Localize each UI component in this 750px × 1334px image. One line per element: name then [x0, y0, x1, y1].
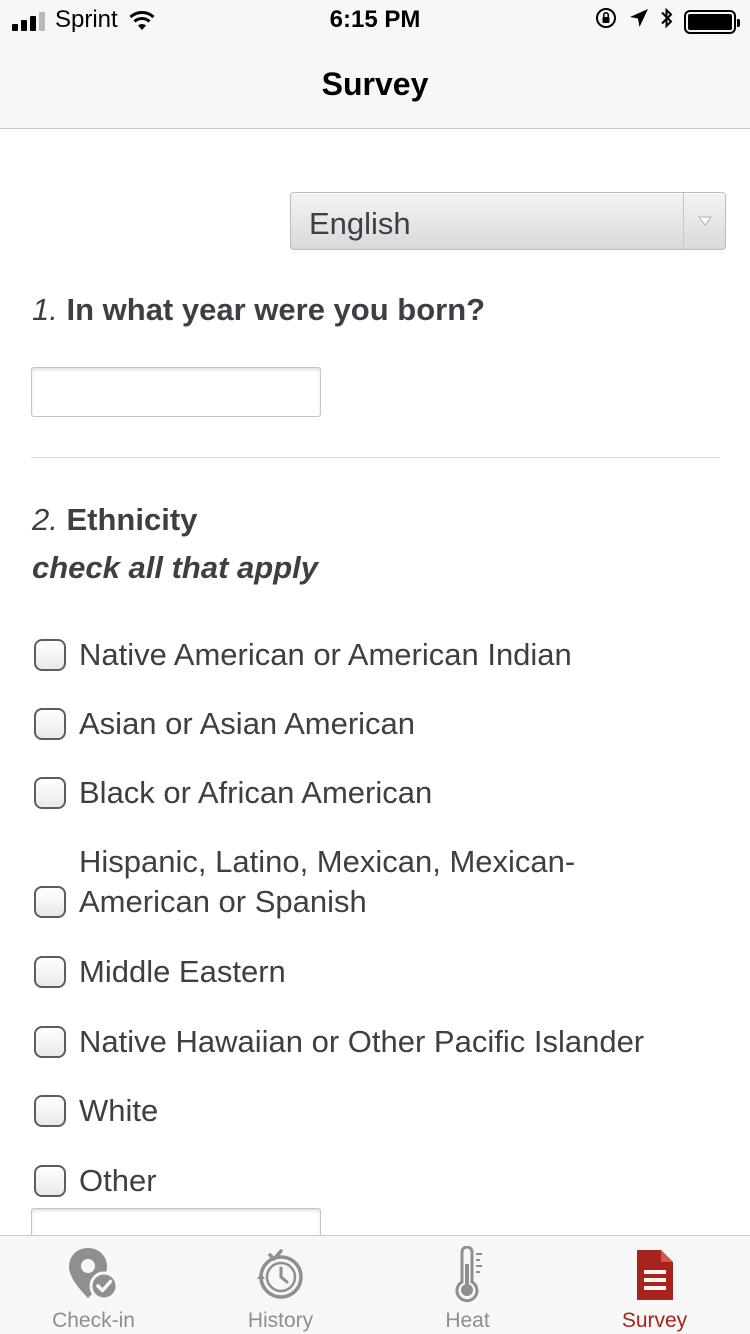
ethnicity-option-other[interactable]: Other: [34, 1161, 157, 1201]
option-label: White: [79, 1093, 159, 1128]
tab-history[interactable]: History: [187, 1236, 374, 1334]
checkbox[interactable]: [34, 777, 66, 809]
option-label: Native American or American Indian: [79, 637, 572, 672]
ethnicity-option-middle-eastern[interactable]: Middle Eastern: [34, 952, 286, 992]
ethnicity-option-pacific-islander[interactable]: Native Hawaiian or Other Pacific Islande…: [34, 1022, 644, 1062]
tab-label: Heat: [445, 1309, 490, 1332]
option-label: Black or African American: [79, 775, 433, 810]
ethnicity-option-native-american[interactable]: Native American or American Indian: [34, 635, 572, 675]
chevron-down-icon[interactable]: [683, 193, 725, 249]
battery-icon: [684, 9, 740, 34]
status-bar: Sprint 6:15 PM: [0, 0, 750, 40]
tab-label: Check-in: [52, 1309, 135, 1332]
option-label-line-2: American or Spanish: [79, 884, 367, 919]
status-right: [594, 6, 740, 37]
language-select-value: English: [309, 206, 411, 241]
question-number: 1.: [32, 292, 58, 327]
question-text: Ethnicity: [66, 502, 198, 537]
survey-content[interactable]: English 1. In what year were you born? 2…: [0, 130, 750, 1235]
question-text: In what year were you born?: [66, 292, 486, 327]
survey-document-icon: [561, 1246, 748, 1306]
checkbox[interactable]: [34, 708, 66, 740]
page-title: Survey: [321, 66, 429, 102]
tab-survey[interactable]: Survey: [561, 1236, 748, 1334]
question-instruction: check all that apply: [32, 550, 318, 585]
navigation-bar: Survey: [0, 40, 750, 129]
option-label: Middle Eastern: [79, 954, 286, 989]
checkbox[interactable]: [34, 1026, 66, 1058]
history-clock-icon: [187, 1246, 374, 1306]
ethnicity-option-black[interactable]: Black or African American: [34, 773, 432, 813]
tab-label: History: [247, 1309, 314, 1332]
tab-heat[interactable]: Heat: [374, 1236, 561, 1334]
question-1-heading: 1. In what year were you born?: [32, 292, 485, 328]
tab-check-in[interactable]: Check-in: [0, 1236, 187, 1334]
survey-screen: Sprint 6:15 PM Survey English 1. In what…: [0, 0, 750, 1334]
checkbox[interactable]: [34, 639, 66, 671]
check-in-pin-icon: [0, 1246, 187, 1306]
option-label: Asian or Asian American: [79, 706, 416, 741]
option-label-line-1: Hispanic, Latino, Mexican, Mexican-: [79, 844, 576, 879]
bluetooth-icon: [660, 6, 674, 37]
ethnicity-option-white[interactable]: White: [34, 1091, 158, 1131]
thermometer-icon: [374, 1246, 561, 1306]
tab-bar: Check-in History Heat Survey: [0, 1235, 750, 1334]
other-ethnicity-input[interactable]: [31, 1208, 321, 1235]
tab-label: Survey: [621, 1309, 688, 1332]
checkbox[interactable]: [34, 1095, 66, 1127]
location-arrow-icon: [628, 7, 650, 36]
ethnicity-option-asian[interactable]: Asian or Asian American: [34, 704, 415, 744]
language-select[interactable]: English: [290, 192, 726, 250]
checkbox[interactable]: [34, 956, 66, 988]
option-label: Native Hawaiian or Other Pacific Islande…: [79, 1024, 645, 1059]
ethnicity-option-hispanic[interactable]: Hispanic, Latino, Mexican, Mexican- Amer…: [34, 842, 575, 922]
option-label: Hispanic, Latino, Mexican, Mexican- Amer…: [79, 842, 575, 922]
checkbox[interactable]: [34, 886, 66, 918]
option-label: Other: [79, 1163, 157, 1198]
checkbox[interactable]: [34, 1165, 66, 1197]
divider: [31, 457, 720, 458]
question-number: 2.: [32, 502, 58, 537]
question-2-heading: 2. Ethnicity: [32, 502, 197, 538]
birth-year-input[interactable]: [31, 367, 321, 417]
rotation-lock-icon: [594, 6, 618, 37]
